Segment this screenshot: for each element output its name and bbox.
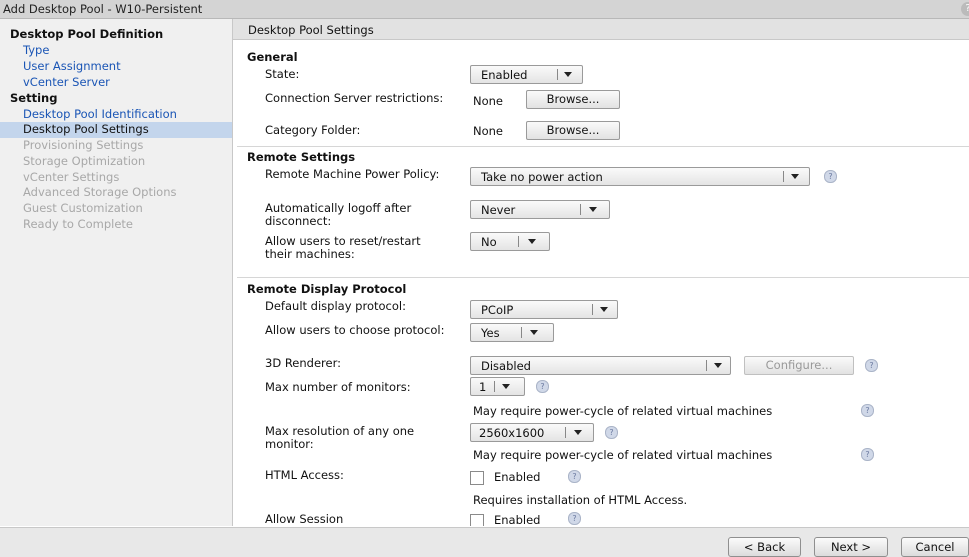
next-button[interactable]: Next >: [814, 537, 888, 557]
chevron-down-icon: [791, 174, 799, 179]
sidebar-item-pool-identification[interactable]: Desktop Pool Identification: [0, 107, 232, 122]
connection-browse-button[interactable]: Browse...: [526, 90, 620, 109]
sidebar-heading-definition: Desktop Pool Definition: [10, 27, 164, 41]
default-protocol-label: Default display protocol:: [265, 299, 406, 313]
renderer-label: 3D Renderer:: [265, 356, 341, 370]
resolution-label: Max resolution of any one monitor:: [265, 424, 415, 451]
power-cycle-note: May require power-cycle of related virtu…: [473, 404, 773, 418]
html-access-note: Requires installation of HTML Access.: [473, 493, 688, 507]
sidebar-item-guest-customization: Guest Customization: [23, 201, 143, 215]
default-protocol-dropdown[interactable]: PCoIP: [470, 300, 618, 319]
sidebar-item-vcenter-settings: vCenter Settings: [23, 170, 120, 184]
category-folder-label: Category Folder:: [265, 123, 361, 137]
settings-panel: General State: Enabled Connection Server…: [233, 40, 969, 526]
state-dropdown[interactable]: Enabled: [470, 65, 583, 84]
chevron-down-icon: [530, 330, 538, 335]
window-titlebar: Add Desktop Pool - W10-Persistent ?: [0, 0, 969, 19]
help-icon[interactable]: ?: [824, 170, 837, 183]
sidebar-item-storage-optimization: Storage Optimization: [23, 154, 146, 168]
state-value: Enabled: [481, 68, 528, 82]
choose-protocol-value: Yes: [481, 326, 500, 340]
chevron-down-icon: [502, 384, 510, 389]
chevron-down-icon: [589, 207, 597, 212]
connection-server-label: Connection Server restrictions:: [265, 91, 444, 105]
sidebar-item-pool-settings[interactable]: Desktop Pool Settings: [0, 122, 232, 138]
divider: [237, 146, 969, 147]
general-section-title: General: [247, 50, 298, 64]
resolution-dropdown[interactable]: 2560x1600: [470, 423, 594, 442]
logoff-value: Never: [481, 203, 516, 217]
page-title: Desktop Pool Settings: [248, 23, 374, 37]
renderer-value: Disabled: [481, 359, 531, 373]
help-icon[interactable]: ?: [961, 2, 969, 16]
allow-session-checkbox[interactable]: [470, 514, 484, 526]
help-icon[interactable]: ?: [536, 380, 549, 393]
html-access-label: HTML Access:: [265, 468, 344, 482]
chevron-down-icon: [528, 239, 536, 244]
window-title: Add Desktop Pool - W10-Persistent: [3, 2, 203, 16]
monitors-value: 1: [479, 380, 487, 394]
reset-restart-label: Allow users to reset/restart their machi…: [265, 234, 421, 261]
state-label: State:: [265, 67, 300, 81]
wizard-footer: < Back Next > Cancel: [0, 527, 969, 557]
back-button[interactable]: < Back: [728, 537, 801, 557]
chevron-down-icon: [600, 307, 608, 312]
divider: [237, 277, 969, 278]
default-protocol-value: PCoIP: [481, 303, 514, 317]
allow-session-label: Allow Session: [265, 512, 344, 526]
cancel-button[interactable]: Cancel: [901, 537, 969, 557]
renderer-dropdown[interactable]: Disabled: [470, 356, 731, 375]
sidebar-item-type[interactable]: Type: [0, 43, 232, 58]
sidebar-heading-setting: Setting: [10, 91, 58, 105]
power-policy-label: Remote Machine Power Policy:: [265, 167, 440, 181]
html-access-enabled-label: Enabled: [494, 470, 541, 484]
monitors-dropdown[interactable]: 1: [470, 377, 525, 396]
logoff-label: Automatically logoff after disconnect:: [265, 201, 412, 228]
power-cycle-note: May require power-cycle of related virtu…: [473, 448, 773, 462]
sidebar-item-provisioning-settings: Provisioning Settings: [23, 138, 144, 152]
sidebar-item-user-assignment[interactable]: User Assignment: [0, 59, 232, 74]
help-icon[interactable]: ?: [568, 512, 581, 525]
category-browse-button[interactable]: Browse...: [526, 121, 620, 140]
chevron-down-icon: [564, 72, 572, 77]
power-policy-value: Take no power action: [481, 170, 603, 184]
help-icon[interactable]: ?: [861, 448, 874, 461]
display-section-title: Remote Display Protocol: [247, 282, 407, 296]
sidebar-item-ready-to-complete: Ready to Complete: [23, 217, 133, 231]
reset-restart-value: No: [481, 235, 497, 249]
sidebar-item-vcenter-server[interactable]: vCenter Server: [0, 75, 232, 90]
resolution-value: 2560x1600: [479, 426, 545, 440]
sidebar-item-advanced-storage: Advanced Storage Options: [23, 185, 177, 199]
html-access-checkbox[interactable]: [470, 471, 484, 485]
section-header: Desktop Pool Settings: [233, 19, 969, 40]
reset-restart-dropdown[interactable]: No: [470, 232, 550, 251]
choose-protocol-label: Allow users to choose protocol:: [265, 323, 445, 337]
help-icon[interactable]: ?: [568, 470, 581, 483]
configure-button: Configure...: [744, 356, 854, 375]
connection-server-value: None: [473, 94, 504, 108]
logoff-dropdown[interactable]: Never: [470, 200, 610, 219]
chevron-down-icon: [574, 430, 582, 435]
monitors-label: Max number of monitors:: [265, 380, 411, 394]
help-icon[interactable]: ?: [861, 404, 874, 417]
remote-section-title: Remote Settings: [247, 150, 356, 164]
help-icon[interactable]: ?: [865, 359, 878, 372]
chevron-down-icon: [714, 363, 722, 368]
help-icon[interactable]: ?: [605, 426, 618, 439]
wizard-sidebar: Desktop Pool Definition Type User Assign…: [0, 19, 233, 526]
power-policy-dropdown[interactable]: Take no power action: [470, 167, 810, 186]
allow-session-enabled-label: Enabled: [494, 513, 541, 526]
choose-protocol-dropdown[interactable]: Yes: [470, 323, 554, 342]
category-folder-value: None: [473, 124, 504, 138]
